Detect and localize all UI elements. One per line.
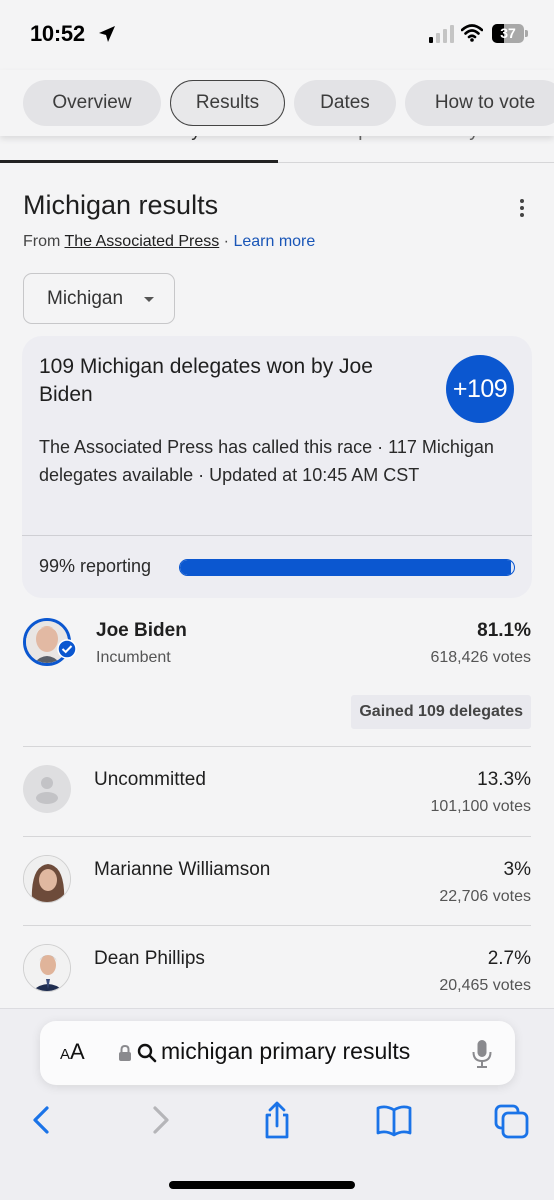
back-button[interactable] [24,1100,60,1140]
page-title: Michigan results [23,190,219,220]
candidate-name: Marianne Williamson [94,859,271,880]
wifi-icon [461,24,483,42]
summary-headline: 109 Michigan delegates won by Joe Biden [39,355,373,406]
lock-icon [119,1044,131,1061]
reporting-progress-fill [180,560,511,575]
delegates-won-badge: +109 [446,355,514,423]
chip-dates[interactable]: Dates [294,80,396,126]
source-prefix: From [23,233,65,250]
chip-results[interactable]: Results [170,80,285,126]
candidate-percent: 2.7% [487,948,531,969]
battery-indicator: 37 [492,24,528,43]
reporting-progress-bar [179,559,515,576]
row-divider [23,836,531,837]
learn-more-link[interactable]: Learn more [233,233,315,250]
candidate-avatar-phillips [23,944,71,992]
row-divider [23,746,531,747]
row-divider [23,925,531,926]
source-link[interactable]: The Associated Press [64,233,219,250]
status-bar: 10:52 37 [0,0,554,70]
chip-overview[interactable]: Overview [23,80,161,126]
candidate-percent: 13.3% [477,769,531,790]
location-arrow-icon [99,26,115,42]
candidate-percent: 3% [503,859,531,880]
microphone-icon[interactable] [471,1039,493,1069]
candidate-name: Uncommitted [94,769,206,790]
reporting-label: 99% reporting [39,556,152,576]
card-divider [22,535,532,536]
separator: · [219,233,234,250]
cellular-signal-icon [429,25,454,43]
caret-down-icon [144,297,154,302]
candidate-avatar-williamson [23,855,71,903]
candidate-votes: 20,465 votes [439,977,531,994]
share-button[interactable] [259,1100,295,1140]
address-bar[interactable]: AA michigan primary results [40,1021,515,1085]
candidate-name: Joe Biden [96,620,187,641]
state-dropdown[interactable]: Michigan [23,273,175,324]
bookmarks-button[interactable] [376,1100,412,1140]
forward-button[interactable] [142,1100,178,1140]
verified-check-icon [57,639,77,659]
status-time: 10:52 [30,21,85,46]
battery-percent: 37 [500,25,516,41]
home-indicator [169,1181,355,1189]
url-text[interactable]: michigan primary results [161,1038,410,1065]
more-options-icon[interactable] [512,198,532,218]
tabs-button[interactable] [494,1100,530,1140]
placeholder-person-icon [23,765,71,813]
source-line: From The Associated Press · Learn more [23,233,315,251]
candidate-votes: 101,100 votes [430,798,531,815]
state-dropdown-value: Michigan [47,288,124,309]
search-icon [137,1043,157,1063]
chip-how-to-vote[interactable]: How to vote [405,80,554,126]
tab-divider [278,162,554,163]
reader-settings-button[interactable]: AA [60,1039,85,1065]
candidate-subtitle: Incumbent [96,649,171,666]
candidate-percent: 81.1% [477,620,531,641]
selected-tab-indicator [0,160,278,163]
section-chips: Overview Results Dates How to vote [0,70,554,136]
candidate-votes: 22,706 votes [439,888,531,905]
race-summary-card: 109 Michigan delegates won by Joe Biden … [22,336,532,598]
candidate-votes: 618,426 votes [430,649,531,666]
delegates-gained-badge: Gained 109 delegates [351,695,531,729]
summary-description: The Associated Press has called this rac… [39,437,494,485]
candidate-name: Dean Phillips [94,948,205,969]
